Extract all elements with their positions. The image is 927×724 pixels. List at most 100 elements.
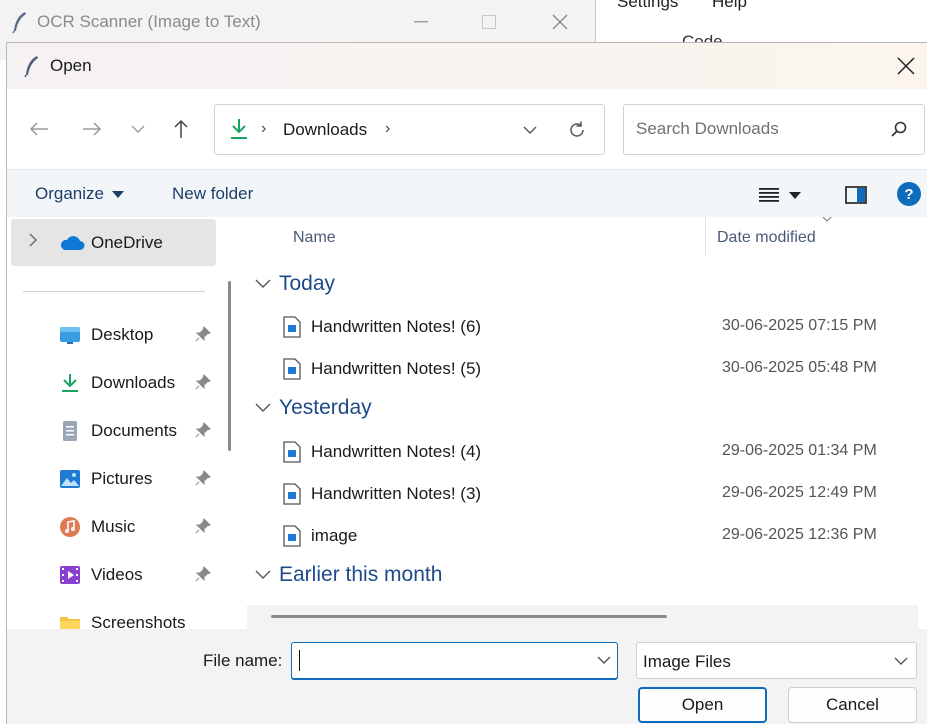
file-row[interactable]: Handwritten Notes! (4) 29-06-2025 01:34 …: [267, 432, 907, 470]
menu-help[interactable]: Help: [712, 0, 747, 12]
sidebar-item-downloads[interactable]: Downloads: [11, 363, 216, 403]
videos-icon: [60, 566, 80, 584]
breadcrumb-separator-icon: ›: [261, 120, 267, 137]
address-bar[interactable]: › Downloads ›: [214, 104, 605, 155]
horizontal-scrollbar[interactable]: [247, 605, 918, 629]
arrow-right-icon: [83, 122, 102, 136]
scrollbar-thumb[interactable]: [271, 615, 667, 618]
file-date: 29-06-2025 12:36 PM: [722, 526, 877, 543]
organize-button[interactable]: Organize: [35, 184, 124, 204]
refresh-icon: [570, 121, 584, 137]
caret-down-icon: [789, 191, 801, 199]
up-button[interactable]: [165, 113, 197, 145]
image-file-icon: [283, 441, 301, 463]
search-box[interactable]: [623, 104, 925, 155]
desktop-icon: [60, 327, 80, 344]
open-dialog: Open › Downloads › Search Downloads Orga…: [6, 42, 927, 724]
document-icon: [63, 421, 77, 441]
refresh-button[interactable]: [562, 115, 592, 145]
menu-settings[interactable]: Settings: [617, 0, 678, 12]
file-row[interactable]: Handwritten Notes! (3) 29-06-2025 12:49 …: [267, 474, 907, 512]
help-button[interactable]: ?: [897, 182, 921, 206]
file-list: Name Date modified Today Handwritten Not…: [247, 217, 918, 629]
file-name: Handwritten Notes! (4): [311, 442, 482, 461]
dialog-footer: File name: Image Files Open Cancel: [7, 629, 927, 724]
pin-icon: [195, 422, 211, 438]
file-date: 29-06-2025 12:49 PM: [722, 484, 877, 501]
background-titlebar: OCR Scanner (Image to Text): [0, 0, 596, 44]
address-history-dropdown[interactable]: [515, 115, 545, 145]
sidebar-item-desktop[interactable]: Desktop: [11, 315, 216, 355]
dialog-titlebar: Open: [7, 43, 927, 89]
column-header-name[interactable]: Name: [293, 229, 336, 247]
file-name: Handwritten Notes! (6): [311, 317, 482, 336]
image-file-icon: [283, 358, 301, 380]
group-header-yesterday[interactable]: Yesterday: [255, 393, 372, 423]
sidebar-item-music[interactable]: Music: [11, 507, 216, 547]
forward-button[interactable]: [76, 113, 108, 145]
file-type-value: Image Files: [643, 652, 731, 671]
arrow-left-icon: [29, 122, 48, 136]
recent-locations-button[interactable]: [122, 113, 154, 145]
sidebar-item-documents[interactable]: Documents: [11, 411, 216, 451]
search-icon: [891, 121, 907, 137]
file-name-combobox[interactable]: [291, 642, 618, 679]
open-button[interactable]: Open: [638, 687, 767, 723]
new-folder-button[interactable]: New folder: [172, 184, 253, 204]
file-row[interactable]: Handwritten Notes! (5) 30-06-2025 05:48 …: [267, 349, 907, 387]
back-button[interactable]: [23, 113, 55, 145]
chevron-down-icon: [255, 570, 271, 579]
column-divider[interactable]: [705, 217, 706, 255]
file-type-select[interactable]: Image Files: [636, 642, 917, 679]
navigation-bar: › Downloads ›: [7, 89, 927, 169]
sidebar-item-label: OneDrive: [91, 233, 163, 252]
dialog-close-button[interactable]: [884, 47, 927, 85]
chevron-down-icon: [523, 126, 537, 134]
sidebar-item-label: Downloads: [91, 373, 176, 392]
group-label: Yesterday: [279, 396, 372, 419]
sort-indicator-icon: [822, 217, 832, 222]
feather-icon: [24, 56, 38, 77]
minimize-button[interactable]: [391, 6, 451, 38]
sidebar-item-label: Desktop: [91, 325, 154, 344]
download-icon: [62, 374, 78, 392]
group-label: Earlier this month: [279, 563, 443, 586]
change-view-button[interactable]: [759, 182, 815, 208]
sidebar-divider: [23, 291, 205, 292]
group-label: Today: [279, 272, 336, 295]
search-input[interactable]: [636, 119, 876, 139]
group-header-earlier-this-month[interactable]: Earlier this month: [255, 560, 442, 590]
sidebar-item-label: Documents: [91, 421, 177, 440]
sidebar-item-onedrive[interactable]: OneDrive: [11, 219, 216, 266]
close-button[interactable]: [530, 6, 590, 38]
file-name-input[interactable]: [298, 651, 578, 671]
chevron-down-icon: [894, 657, 908, 665]
maximize-icon: [482, 15, 496, 29]
download-icon: [231, 119, 247, 139]
cancel-button[interactable]: Cancel: [788, 687, 917, 723]
file-name: Handwritten Notes! (3): [311, 484, 482, 503]
pin-icon: [195, 470, 211, 486]
image-file-icon: [283, 316, 301, 338]
breadcrumb-downloads[interactable]: Downloads: [283, 120, 367, 140]
column-header-date-modified[interactable]: Date modified: [717, 229, 816, 247]
file-date: 30-06-2025 07:15 PM: [722, 317, 877, 334]
maximize-button[interactable]: [459, 6, 519, 38]
pin-icon: [195, 374, 211, 390]
preview-pane-icon: [845, 186, 867, 204]
caret-down-icon: [111, 190, 124, 198]
pin-icon: [195, 518, 211, 534]
file-row[interactable]: image 29-06-2025 12:36 PM: [267, 516, 907, 554]
chevron-down-icon[interactable]: [597, 651, 611, 669]
file-date: 29-06-2025 01:34 PM: [722, 442, 877, 459]
sidebar-item-videos[interactable]: Videos: [11, 555, 216, 595]
file-row[interactable]: Handwritten Notes! (6) 30-06-2025 07:15 …: [267, 307, 907, 345]
preview-pane-button[interactable]: [843, 182, 869, 208]
feather-icon: [12, 12, 26, 33]
sidebar-scrollbar[interactable]: [228, 281, 231, 451]
group-header-today[interactable]: Today: [255, 269, 335, 299]
sidebar-item-pictures[interactable]: Pictures: [11, 459, 216, 499]
close-icon: [552, 14, 568, 30]
music-icon: [60, 517, 80, 537]
navigation-pane: OneDrive Desktop Downloads Documents Pic…: [7, 217, 245, 632]
